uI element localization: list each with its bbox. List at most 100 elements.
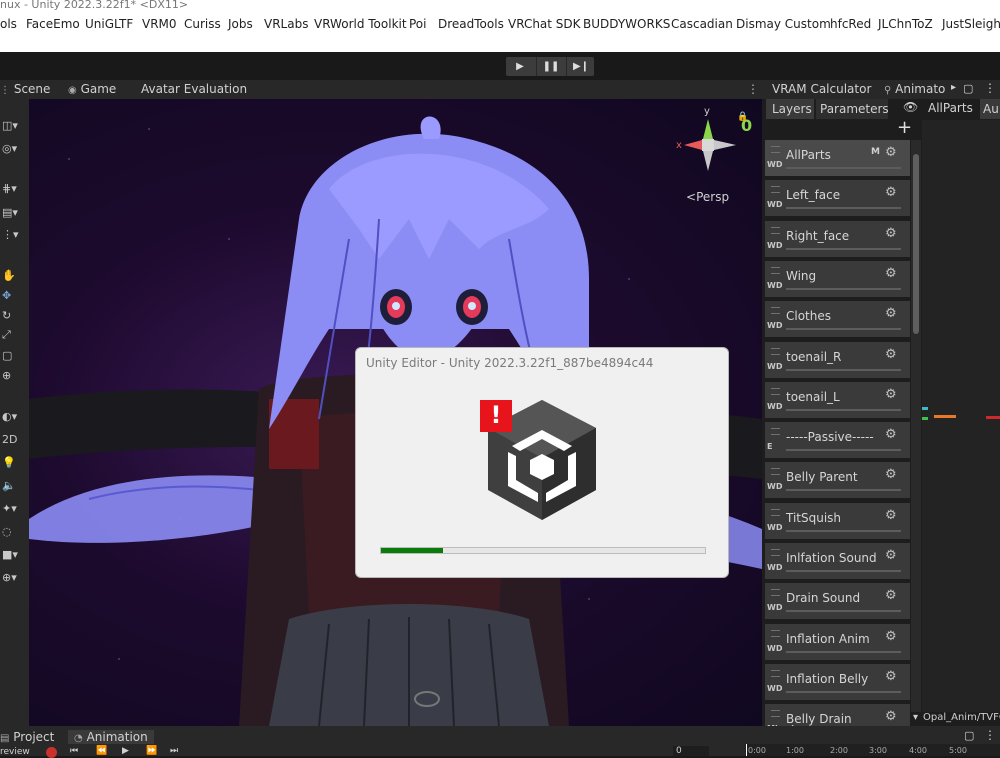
transform-tool-icon[interactable]: ⊕ xyxy=(0,366,26,384)
drag-handle-icon[interactable] xyxy=(771,589,780,596)
audio-toggle-icon[interactable]: 🔈 xyxy=(0,476,26,494)
menu-item-tools[interactable]: ols xyxy=(0,17,17,31)
chevron-right-icon[interactable]: ▸ xyxy=(951,82,956,93)
gear-icon[interactable]: ⚙ xyxy=(885,508,897,523)
drag-handle-icon[interactable] xyxy=(771,146,780,153)
menu-item-vrworld-toolkit[interactable]: VRWorld Toolkit xyxy=(314,17,407,31)
effects-toggle-icon[interactable]: ✦▾ xyxy=(0,499,26,517)
gizmos-icon[interactable]: ⊕▾ xyxy=(0,568,26,586)
move-tool-icon[interactable]: ✥ xyxy=(0,286,26,304)
play-button[interactable]: ▶ xyxy=(506,57,534,76)
scrollbar-thumb[interactable] xyxy=(913,154,919,334)
drag-handle-icon[interactable] xyxy=(771,186,780,193)
drag-handle-icon[interactable] xyxy=(771,388,780,395)
increment-snap-icon[interactable]: ▤▾ xyxy=(0,203,26,221)
menu-item-curiss[interactable]: Curiss xyxy=(184,17,221,31)
animator-layer[interactable]: WD Left_face ⚙ xyxy=(765,180,910,218)
animator-graph[interactable] xyxy=(922,120,1000,712)
tab-avatar-evaluation[interactable]: Avatar Evaluation xyxy=(141,82,247,96)
menu-item-cascadian[interactable]: Cascadian xyxy=(671,17,733,31)
step-button[interactable]: ▶❙ xyxy=(566,57,595,76)
pause-button[interactable]: ❚❚ xyxy=(536,57,565,76)
gear-icon[interactable]: ⚙ xyxy=(885,467,897,482)
animator-layer[interactable]: WD Clothes ⚙ xyxy=(765,301,910,339)
gear-icon[interactable]: ⚙ xyxy=(885,306,897,321)
rect-tool-icon[interactable]: ▢ xyxy=(0,346,26,364)
menu-item-jlchntoz[interactable]: JLChnToZ xyxy=(878,17,933,31)
drag-handle-icon[interactable] xyxy=(771,307,780,314)
gear-icon[interactable]: ⚙ xyxy=(885,427,897,442)
lock-icon[interactable]: 🔒 xyxy=(737,112,748,122)
record-button[interactable] xyxy=(46,747,57,758)
prev-key-icon[interactable]: ⏪ xyxy=(96,746,107,756)
menu-item-unigltf[interactable]: UniGLTF xyxy=(85,17,133,31)
menu-item-justsleightly[interactable]: JustSleightly xyxy=(942,17,1000,31)
play-anim-icon[interactable]: ▶ xyxy=(122,746,129,756)
animator-layer[interactable]: WD Inflation Belly ⚙ xyxy=(765,664,910,702)
camera-settings-icon[interactable]: ■▾ xyxy=(0,545,26,563)
drag-handle-icon[interactable] xyxy=(771,509,780,516)
animator-layer[interactable]: WD toenail_R ⚙ xyxy=(765,342,910,380)
add-layer-button[interactable]: + xyxy=(897,117,912,138)
menu-item-vrm0[interactable]: VRM0 xyxy=(142,17,177,31)
menu-item-hfcred[interactable]: hfcRed xyxy=(830,17,871,31)
projection-toggle[interactable]: <Persp xyxy=(686,190,729,204)
tab-animation[interactable]: ◔ Animation xyxy=(68,730,154,744)
gear-icon[interactable]: ⚙ xyxy=(885,588,897,603)
gear-icon[interactable]: ⚙ xyxy=(885,347,897,362)
hand-tool-icon[interactable]: ✋ xyxy=(0,266,26,284)
animator-layer[interactable]: WD toenail_L ⚙ xyxy=(765,382,910,420)
gear-icon[interactable]: ⚙ xyxy=(885,709,897,724)
panel-menu-icon[interactable]: ⋮ xyxy=(984,81,996,95)
pivot-global-icon[interactable]: ◎▾ xyxy=(0,139,26,157)
animator-layer[interactable]: WD TitSquish ⚙ xyxy=(765,503,910,541)
tab-animator[interactable]: ⚲ Animato xyxy=(884,82,945,96)
toggle-2d-button[interactable]: 2D xyxy=(0,430,26,448)
gear-icon[interactable]: ⚙ xyxy=(885,145,897,160)
drag-handle-icon[interactable] xyxy=(771,549,780,556)
drag-handle-icon[interactable] xyxy=(771,670,780,677)
scale-tool-icon[interactable]: ⤢ xyxy=(0,326,26,344)
maximize-icon[interactable]: ▢ xyxy=(963,82,973,95)
playhead[interactable] xyxy=(746,744,747,756)
gear-icon[interactable]: ⚙ xyxy=(885,387,897,402)
tab-project[interactable]: ▤ Project xyxy=(0,730,54,744)
menu-item-vrlabs[interactable]: VRLabs xyxy=(264,17,308,31)
menu-item-dreadtools[interactable]: DreadTools xyxy=(438,17,504,31)
animator-layer[interactable]: E -----Passive----- ⚙ xyxy=(765,422,910,460)
tab-layers[interactable]: Layers xyxy=(766,99,814,119)
drag-handle-icon[interactable] xyxy=(771,630,780,637)
animator-layer[interactable]: WD AllParts M ⚙ xyxy=(765,140,910,178)
breadcrumb-allparts[interactable]: AllParts xyxy=(928,101,973,115)
grid-visibility-icon[interactable]: ⋮▾ xyxy=(0,225,26,243)
gear-icon[interactable]: ⚙ xyxy=(885,669,897,684)
gear-icon[interactable]: ⚙ xyxy=(885,185,897,200)
menu-item-vrchat-sdk[interactable]: VRChat SDK xyxy=(508,17,581,31)
drag-handle-icon[interactable] xyxy=(771,468,780,475)
lighting-toggle-icon[interactable]: 💡 xyxy=(0,453,26,471)
animator-layer[interactable]: WD Wing ⚙ xyxy=(765,261,910,299)
tab-parameters[interactable]: Parameters xyxy=(816,99,889,119)
grid-snap-icon[interactable]: ⋕▾ xyxy=(0,179,26,197)
rotate-tool-icon[interactable]: ↻ xyxy=(0,306,26,324)
last-key-icon[interactable]: ⏭ xyxy=(170,746,178,756)
animator-layer[interactable]: WD Inflation Anim ⚙ xyxy=(765,624,910,662)
menu-item-poi[interactable]: Poi xyxy=(409,17,426,31)
drag-handle-icon[interactable] xyxy=(771,267,780,274)
more-options-icon[interactable]: ⋮ xyxy=(747,82,759,96)
hidden-objects-icon[interactable]: ◌ xyxy=(0,522,26,540)
orientation-gizmo[interactable] xyxy=(674,111,744,181)
drag-handle-icon[interactable] xyxy=(771,428,780,435)
animator-layer[interactable]: WD Belly Parent ⚙ xyxy=(765,462,910,500)
gear-icon[interactable]: ⚙ xyxy=(885,548,897,563)
maximize-icon[interactable]: ▢ xyxy=(964,729,974,742)
chevron-down-icon[interactable]: ▾ xyxy=(913,712,918,723)
tab-vram-calculator[interactable]: VRAM Calculator xyxy=(772,82,871,96)
drag-handle-icon[interactable] xyxy=(771,227,780,234)
timeline-ruler[interactable]: 0:00 1:00 2:00 3:00 4:00 5:00 xyxy=(745,744,1000,756)
panel-menu-icon[interactable]: ⋮ xyxy=(984,728,996,742)
menu-item-dismay-custom[interactable]: Dismay Custom xyxy=(736,17,831,31)
menu-item-buddyworks[interactable]: BUDDYWORKS xyxy=(583,17,670,31)
animator-layer[interactable]: WD Inlfation Sound ⚙ xyxy=(765,543,910,581)
frame-field[interactable]: 0 xyxy=(673,746,709,756)
